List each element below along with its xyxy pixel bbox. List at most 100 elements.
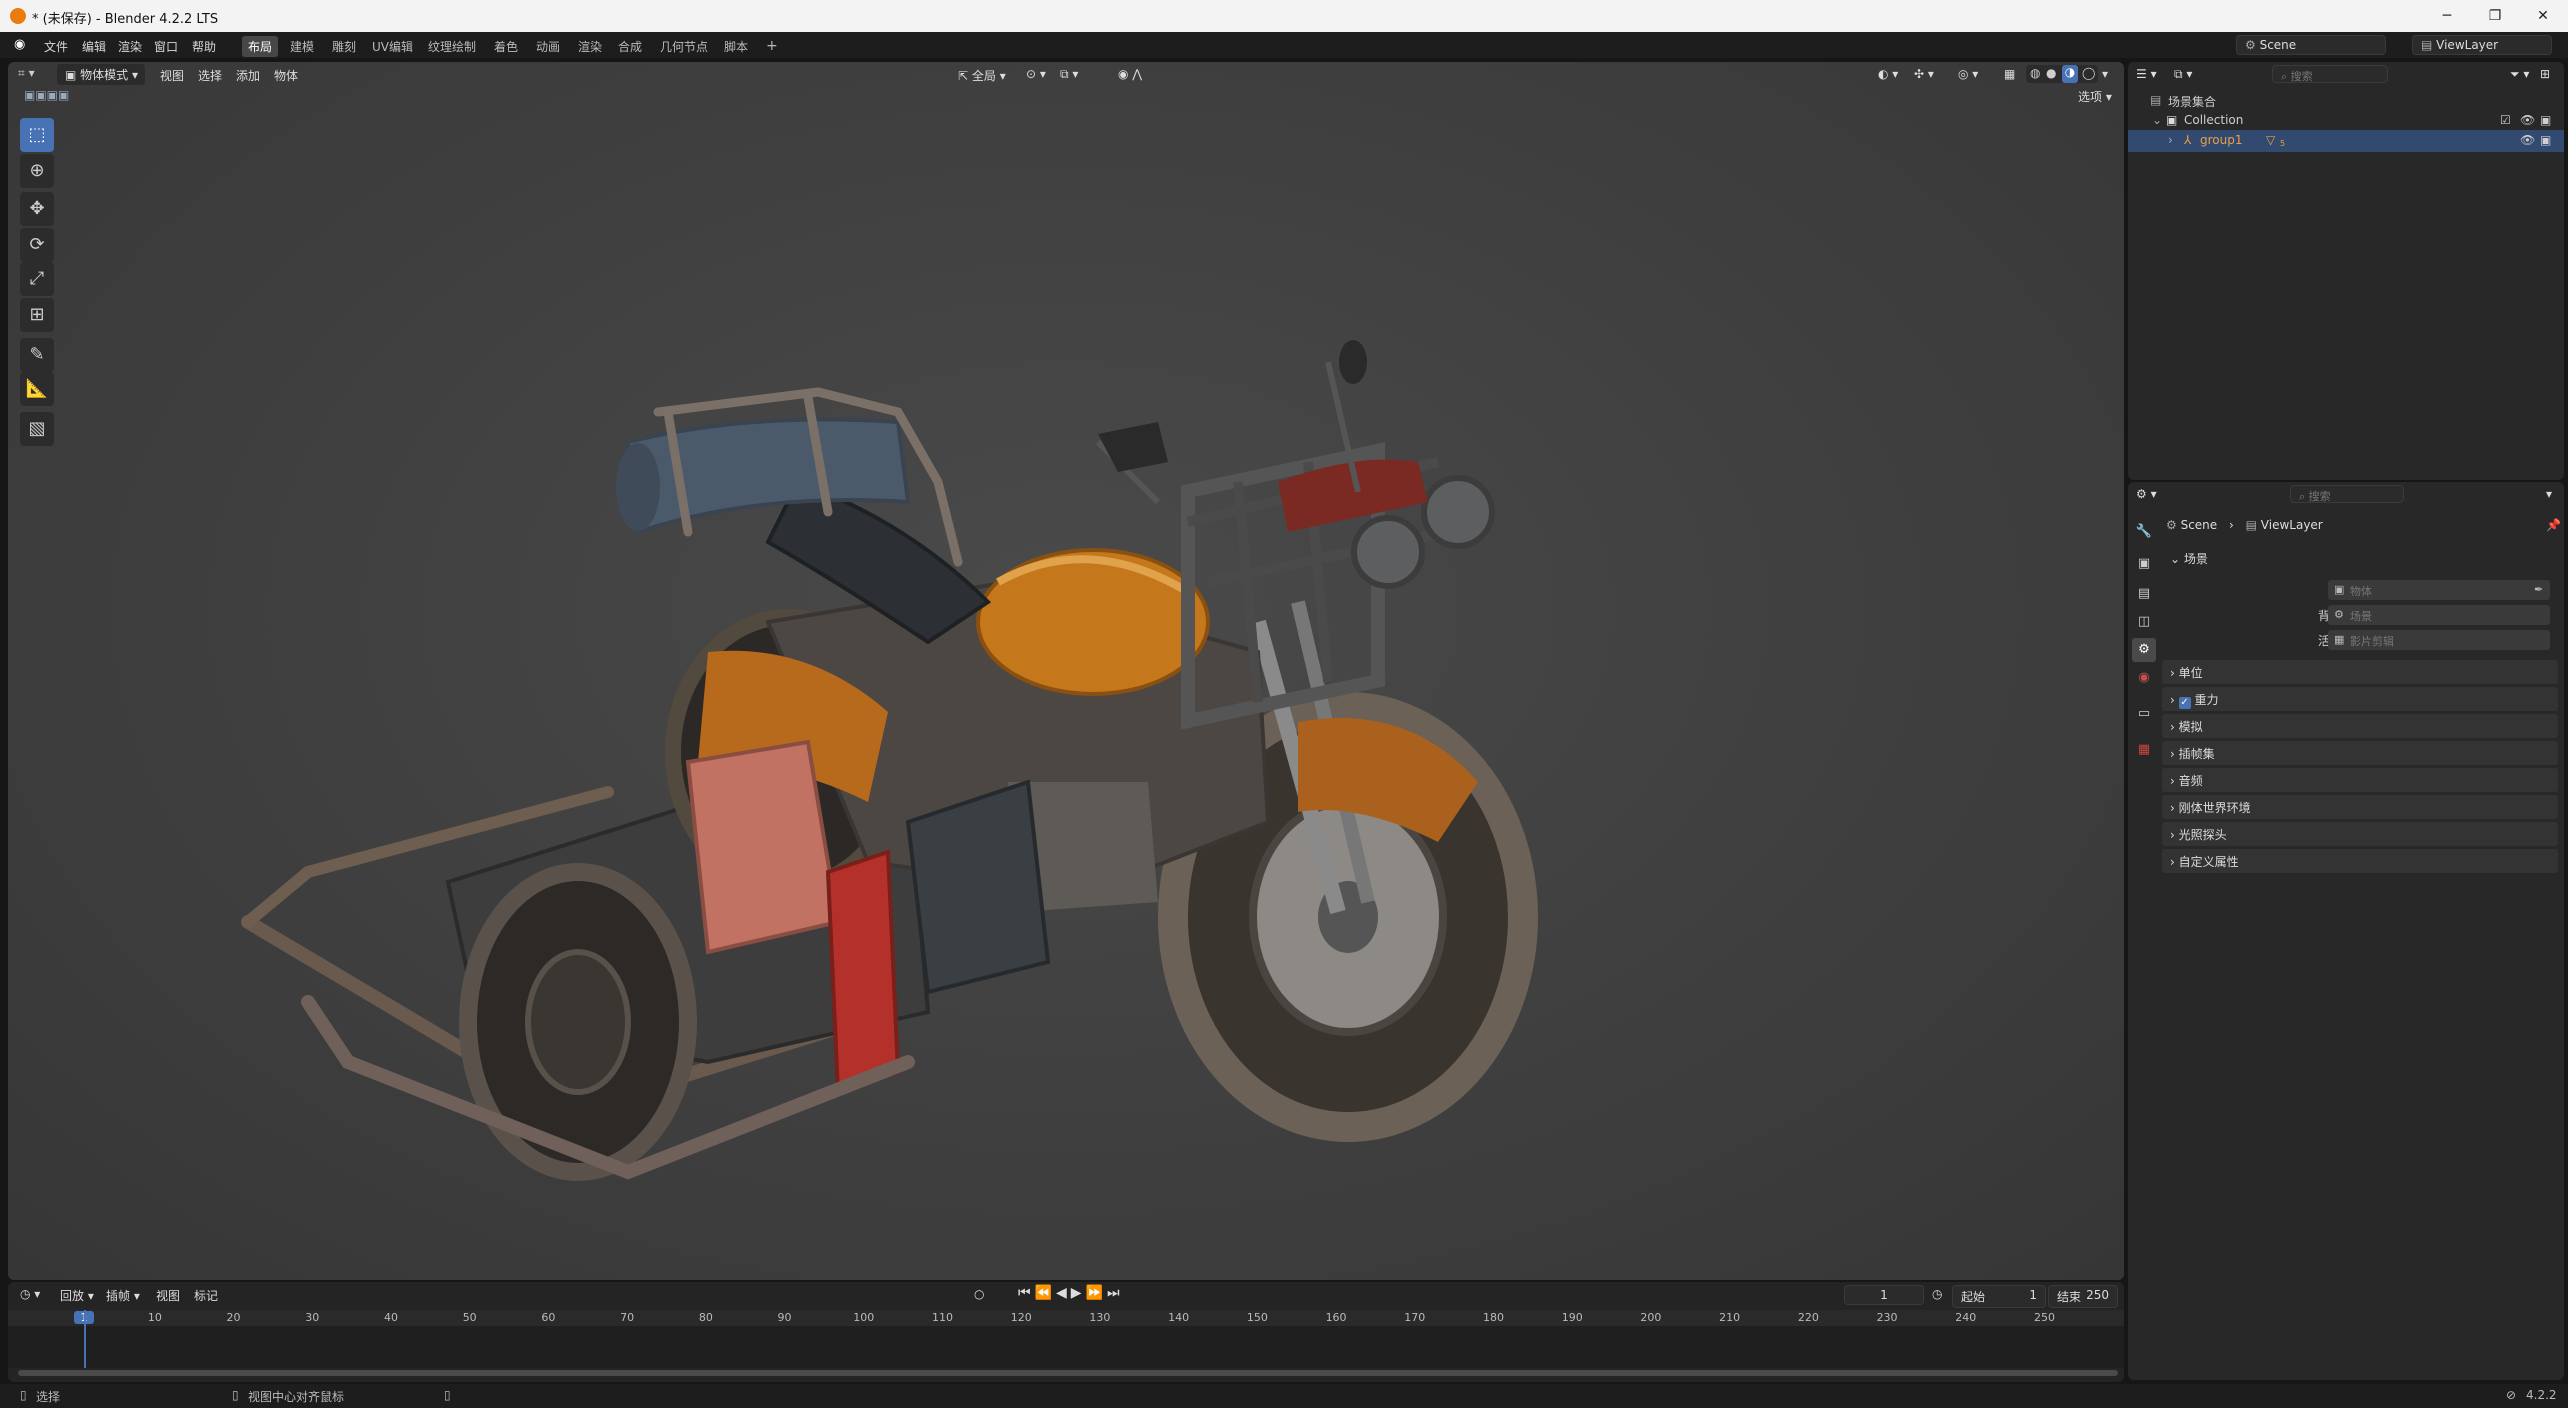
properties-search-input[interactable]: ⌕ 搜索 bbox=[2290, 485, 2404, 503]
scene-properties-tab-icon[interactable]: ⚙ bbox=[2132, 638, 2156, 662]
select-box-tool-icon[interactable]: ⬚ bbox=[20, 118, 54, 152]
viewport-menu-add[interactable]: 添加 bbox=[236, 67, 260, 84]
render-camera-icon[interactable]: ▣ bbox=[2540, 113, 2551, 127]
end-frame-field[interactable]: 结束 250 bbox=[2048, 1285, 2118, 1308]
visibility-icon[interactable]: ◐ ▾ bbox=[1878, 67, 1898, 81]
preview-range-icon[interactable]: ◷ bbox=[1932, 1287, 1942, 1301]
viewport-menu-select[interactable]: 选择 bbox=[198, 67, 222, 84]
proportional-edit-icon[interactable]: ◉ ⋀ bbox=[1118, 67, 1142, 81]
display-mode-icon[interactable]: ⧉ ▾ bbox=[2174, 67, 2192, 82]
cursor-tool-icon[interactable]: ⊕ bbox=[20, 154, 54, 188]
rendered-shading-icon[interactable]: ◯ bbox=[2082, 66, 2095, 80]
gravity-checkbox[interactable]: ✓ bbox=[2178, 697, 2191, 709]
timeline-menu-marker[interactable]: 标记 bbox=[194, 1287, 218, 1304]
scene-panel-header[interactable]: ⌄ 场景 bbox=[2162, 546, 2558, 570]
mode-selector[interactable]: ▣ 物体模式 ▾ bbox=[56, 63, 146, 86]
output-properties-tab-icon[interactable]: ▤ bbox=[2132, 582, 2156, 606]
tab-scripting[interactable]: 脚本 bbox=[718, 36, 754, 57]
maximize-button[interactable]: ❐ bbox=[2472, 0, 2518, 32]
object-render-camera-icon[interactable]: ▣ bbox=[2540, 133, 2551, 147]
tab-compositing[interactable]: 合成 bbox=[612, 36, 648, 57]
panel-custom-properties[interactable]: › 自定义属性 bbox=[2162, 849, 2558, 873]
timeline-menu-view[interactable]: 视图 bbox=[156, 1287, 180, 1304]
playhead[interactable] bbox=[84, 1310, 86, 1368]
solid-shading-icon[interactable]: ● bbox=[2046, 66, 2056, 80]
options-dropdown[interactable]: 选项 ▾ bbox=[2078, 88, 2112, 105]
timeline-scrollbar[interactable] bbox=[18, 1370, 2118, 1376]
outliner-collection-row[interactable]: ⌄ ▣ Collection ☑ 👁 ▣ bbox=[2128, 110, 2564, 132]
playback-controls[interactable]: ⏮⏪◀▶⏩⏭ bbox=[1018, 1285, 1124, 1301]
object-visibility-eye-icon[interactable]: 👁 bbox=[2520, 133, 2535, 147]
timeline-editor-type-icon[interactable]: ◷ ▾ bbox=[20, 1287, 40, 1301]
add-workspace-button[interactable]: + bbox=[760, 36, 784, 56]
measure-tool-icon[interactable]: 📐 bbox=[20, 372, 54, 406]
viewlayer-selector[interactable]: ▤ ViewLayer bbox=[2412, 35, 2552, 55]
filter-icon[interactable]: ⏷ ▾ bbox=[2510, 67, 2529, 82]
rotate-tool-icon[interactable]: ⟳ bbox=[20, 228, 54, 262]
timeline-menu-keying[interactable]: 插帧 ▾ bbox=[106, 1287, 140, 1304]
current-frame-field[interactable]: 1 bbox=[1844, 1285, 1924, 1305]
menu-render[interactable]: 渲染 bbox=[114, 36, 146, 57]
outliner[interactable]: ☰ ▾ ⧉ ▾ ⌕ 搜索 ⏷ ▾ ⊞ ▤ 场景集合 ⌄ ▣ Collection… bbox=[2128, 62, 2564, 480]
timeline-menu-playback[interactable]: 回放 ▾ bbox=[60, 1287, 94, 1304]
panel-audio[interactable]: › 音频 bbox=[2162, 768, 2558, 792]
tab-rendering[interactable]: 渲染 bbox=[572, 36, 608, 57]
tab-modeling[interactable]: 建模 bbox=[284, 36, 320, 57]
collapse-chevron-icon[interactable]: ⌄ bbox=[2152, 113, 2162, 127]
panel-keying-sets[interactable]: › 插帧集 bbox=[2162, 741, 2558, 765]
tab-geometry-nodes[interactable]: 几何节点 bbox=[654, 36, 714, 57]
tab-layout[interactable]: 布局 bbox=[242, 36, 279, 57]
tool-properties-tab-icon[interactable]: 🔧 bbox=[2132, 520, 2156, 544]
overlay-icon[interactable]: ◎ ▾ bbox=[1958, 67, 1978, 81]
outliner-scene-collection[interactable]: ▤ 场景集合 bbox=[2128, 90, 2564, 112]
menu-help[interactable]: 帮助 bbox=[188, 36, 220, 57]
pin-icon[interactable]: 📌 bbox=[2546, 518, 2561, 532]
select-mode-icons[interactable]: ▣▣▣▣ bbox=[24, 88, 114, 104]
material-shading-icon[interactable]: ◑ bbox=[2062, 65, 2078, 83]
menu-file[interactable]: 文件 bbox=[40, 36, 72, 57]
panel-rigid-body-world[interactable]: › 刚体世界环境 bbox=[2162, 795, 2558, 819]
tab-animation[interactable]: 动画 bbox=[530, 36, 566, 57]
menu-edit[interactable]: 编辑 bbox=[78, 36, 110, 57]
gizmo-icon[interactable]: ✣ ▾ bbox=[1914, 67, 1934, 81]
tab-sculpting[interactable]: 雕刻 bbox=[326, 36, 362, 57]
tab-uv-editing[interactable]: UV编辑 bbox=[366, 36, 419, 57]
new-collection-icon[interactable]: ⊞ bbox=[2540, 67, 2550, 81]
scale-tool-icon[interactable]: ⤢ bbox=[20, 262, 54, 296]
world-properties-tab-icon[interactable]: ◉ bbox=[2132, 666, 2156, 690]
viewport-menu-view[interactable]: 视图 bbox=[160, 67, 184, 84]
minimize-button[interactable]: ─ bbox=[2424, 0, 2470, 32]
keyframe-area[interactable] bbox=[8, 1326, 2124, 1368]
render-properties-tab-icon[interactable]: ▣ bbox=[2132, 552, 2156, 576]
collection-properties-tab-icon[interactable]: ▭ bbox=[2132, 702, 2156, 726]
scene-selector[interactable]: ⚙ Scene bbox=[2236, 35, 2386, 55]
eyedropper-icon[interactable]: ✒ bbox=[2534, 583, 2543, 596]
viewport-menu-object[interactable]: 物体 bbox=[274, 67, 298, 84]
panel-simulation[interactable]: › 模拟 bbox=[2162, 714, 2558, 738]
panel-gravity[interactable]: › ✓ 重力 bbox=[2162, 687, 2558, 711]
camera-field[interactable]: ▣ 物体 ✒ bbox=[2328, 580, 2550, 600]
properties-options-icon[interactable]: ▾ bbox=[2546, 487, 2552, 501]
editor-type-icon[interactable]: ⌗ ▾ bbox=[18, 66, 56, 82]
3d-viewport[interactable] bbox=[8, 62, 2124, 1280]
close-button[interactable]: ✕ bbox=[2520, 0, 2566, 32]
panel-light-probes[interactable]: › 光照探头 bbox=[2162, 822, 2558, 846]
background-scene-field[interactable]: ⚙ 场景 bbox=[2328, 605, 2550, 625]
panel-units[interactable]: › 单位 bbox=[2162, 660, 2558, 684]
start-frame-field[interactable]: 起始 1 bbox=[1952, 1285, 2046, 1308]
snap-icon[interactable]: ⧉ ▾ bbox=[1060, 67, 1078, 82]
xray-icon[interactable]: ▦ bbox=[2004, 67, 2015, 81]
expand-chevron-icon[interactable]: › bbox=[2168, 133, 2173, 147]
auto-keying-icon[interactable]: ○ bbox=[974, 1287, 984, 1301]
shading-options-icon[interactable]: ▾ bbox=[2102, 67, 2108, 81]
blender-menu-icon[interactable]: ◉ bbox=[14, 37, 32, 53]
add-cube-tool-icon[interactable]: ▧ bbox=[20, 412, 54, 446]
tab-texture-paint[interactable]: 纹理绘制 bbox=[422, 36, 482, 57]
transform-orientation[interactable]: ⇱ 全局 ▾ bbox=[958, 67, 1006, 84]
menu-window[interactable]: 窗口 bbox=[150, 36, 182, 57]
transform-tool-icon[interactable]: ⊞ bbox=[20, 298, 54, 332]
outliner-search-input[interactable]: ⌕ 搜索 bbox=[2272, 65, 2388, 83]
frame-ruler[interactable]: 1102030405060708090100110120130140150160… bbox=[8, 1310, 2124, 1326]
annotate-tool-icon[interactable]: ✎ bbox=[20, 338, 54, 372]
pivot-icon[interactable]: ⊙ ▾ bbox=[1026, 67, 1046, 81]
